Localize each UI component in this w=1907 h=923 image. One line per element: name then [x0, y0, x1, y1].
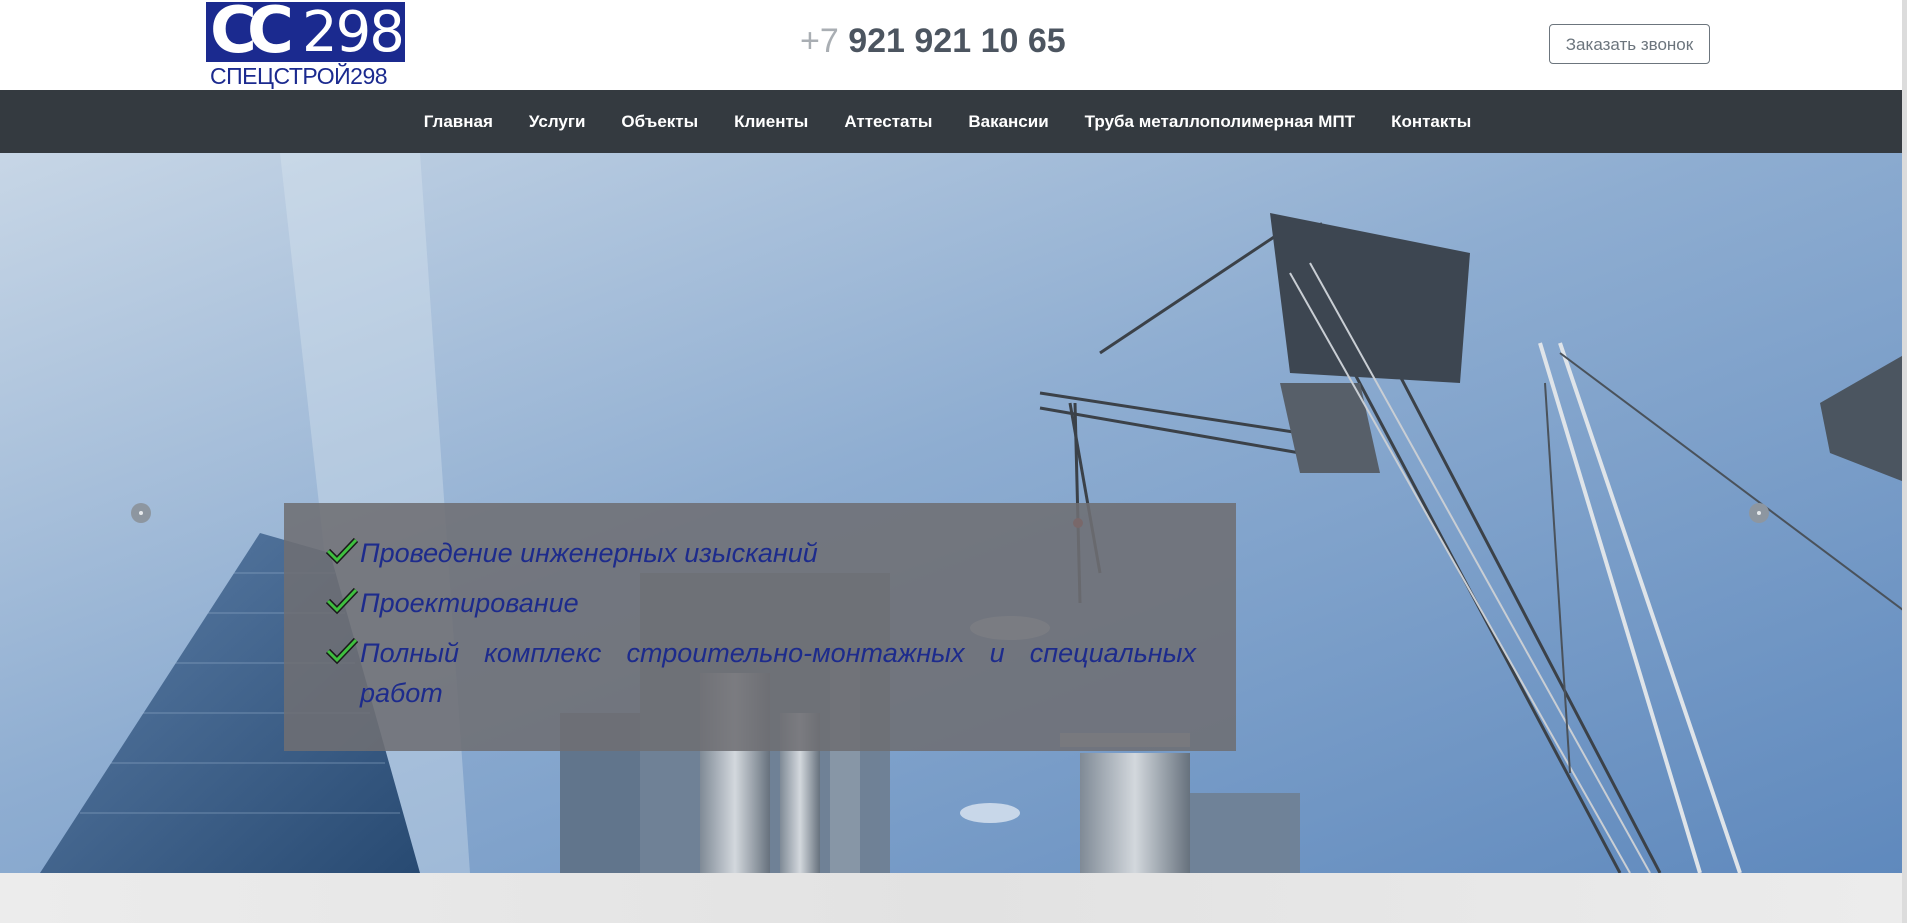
nav-item-clients[interactable]: Клиенты: [716, 112, 826, 132]
section-divider: [0, 873, 1907, 923]
nav-item-vacancies[interactable]: Вакансии: [950, 112, 1066, 132]
nav-item-home[interactable]: Главная: [406, 112, 511, 132]
list-item: Проведение инженерных изысканий: [326, 533, 1196, 573]
list-item: Полный комплекс строительно-монтажных и …: [326, 633, 1196, 713]
check-icon: [326, 587, 358, 615]
list-item-text: Полный комплекс строительно-монтажных и …: [360, 638, 1196, 708]
page: CC 298 СПЕЦСТРОЙ298 +7 921 921 10 65 Зак…: [0, 0, 1907, 923]
nav-items: Главная Услуги Объекты Клиенты Аттестаты…: [0, 90, 1907, 153]
main-nav: Главная Услуги Объекты Клиенты Аттестаты…: [0, 90, 1907, 153]
logo-mark: CC 298: [206, 2, 405, 62]
nav-item-certificates[interactable]: Аттестаты: [826, 112, 950, 132]
slider-prev-dot[interactable]: [131, 503, 151, 523]
list-item-text: Проведение инженерных изысканий: [360, 538, 818, 568]
services-list: Проведение инженерных изысканий Проектир…: [326, 533, 1196, 723]
slider-next-dot[interactable]: [1749, 503, 1769, 523]
nav-item-contacts[interactable]: Контакты: [1373, 112, 1489, 132]
page-scrollbar[interactable]: [1902, 0, 1907, 923]
list-item: Проектирование: [326, 583, 1196, 623]
site-header: CC 298 СПЕЦСТРОЙ298 +7 921 921 10 65 Зак…: [0, 0, 1907, 90]
phone-prefix: +7: [800, 22, 839, 60]
check-icon: [326, 537, 358, 565]
logo-wordmark: СПЕЦСТРОЙ298: [210, 63, 388, 89]
check-icon: [326, 637, 358, 665]
logo-letters: CC: [210, 2, 294, 62]
nav-item-objects[interactable]: Объекты: [603, 112, 716, 132]
logo-number: 298: [302, 2, 405, 63]
nav-item-pipe[interactable]: Труба металлополимерная МПТ: [1067, 112, 1373, 132]
list-item-text: Проектирование: [360, 588, 579, 618]
site-logo[interactable]: CC 298 СПЕЦСТРОЙ298: [206, 2, 406, 90]
hero-caption: Проведение инженерных изысканий Проектир…: [284, 503, 1236, 751]
nav-item-services[interactable]: Услуги: [511, 112, 604, 132]
request-call-button[interactable]: Заказать звонок: [1549, 24, 1710, 64]
phone-number[interactable]: +7 921 921 10 65: [800, 22, 1066, 61]
phone-digits: 921 921 10 65: [848, 22, 1066, 60]
